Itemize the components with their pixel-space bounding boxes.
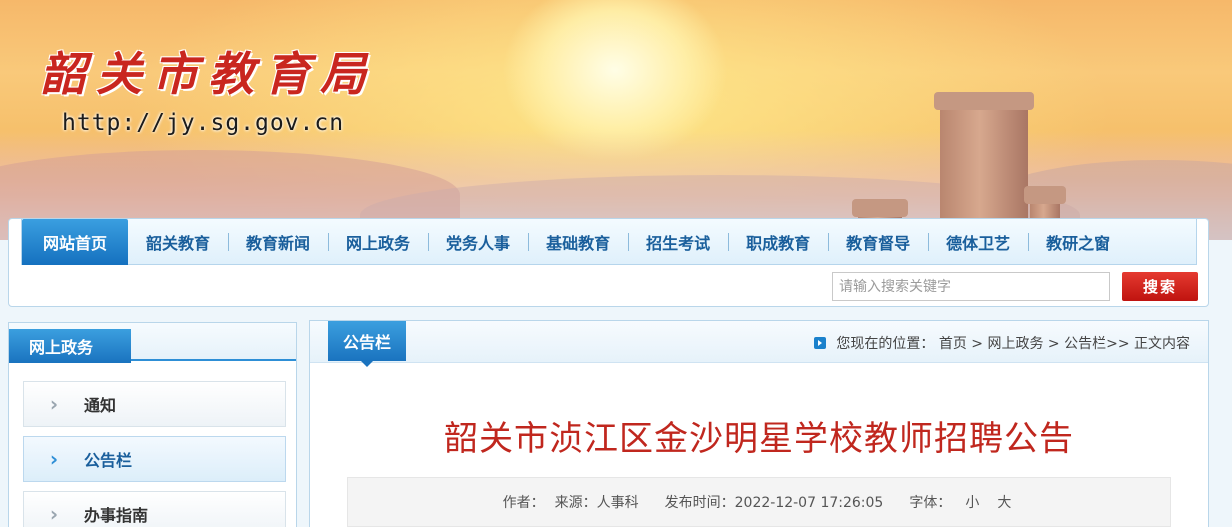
nav-item-basic-education[interactable]: 基础教育 bbox=[528, 219, 628, 265]
header-banner: 韶关市教育局 http://jy.sg.gov.cn bbox=[0, 0, 1232, 240]
nav-item-admission-exams[interactable]: 招生考试 bbox=[628, 219, 728, 265]
nav-item-teaching-research[interactable]: 教研之窗 bbox=[1028, 219, 1128, 265]
nav-item-online-affairs[interactable]: 网上政务 bbox=[328, 219, 428, 265]
sidebar: 网上政务 › 通知 › 公告栏 › 办事指南 bbox=[8, 322, 297, 527]
nav-panel: 网站首页 韶关教育 教育新闻 网上政务 党务人事 基础教育 招生考试 职成教育 … bbox=[8, 218, 1209, 307]
main-content: 公告栏 您现在的位置： 首页 > 网上政务 > 公告栏>> 正文内容 韶关市浈江… bbox=[309, 320, 1209, 527]
chevron-right-icon: › bbox=[49, 502, 59, 526]
article-meta: 作者： 来源：人事科 发布时间：2022-12-07 17:26:05 字体： … bbox=[347, 477, 1171, 527]
font-small-button[interactable]: 小 bbox=[961, 492, 983, 512]
site-url: http://jy.sg.gov.cn bbox=[62, 110, 345, 136]
main-nav: 网站首页 韶关教育 教育新闻 网上政务 党务人事 基础教育 招生考试 职成教育 … bbox=[21, 218, 1197, 265]
sidebar-item-label: 公告栏 bbox=[84, 451, 133, 470]
meta-author: 作者： bbox=[502, 495, 545, 511]
content-header: 公告栏 您现在的位置： 首页 > 网上政务 > 公告栏>> 正文内容 bbox=[310, 321, 1208, 367]
nav-item-education-supervision[interactable]: 教育督导 bbox=[828, 219, 928, 265]
sidebar-item-label: 办事指南 bbox=[84, 506, 149, 525]
sidebar-item-bulletin[interactable]: › 公告栏 bbox=[23, 436, 286, 482]
nav-item-party-personnel[interactable]: 党务人事 bbox=[428, 219, 528, 265]
chevron-right-icon: › bbox=[49, 447, 59, 471]
search-button[interactable]: 搜索 bbox=[1122, 272, 1198, 301]
sidebar-header: 网上政务 bbox=[9, 323, 296, 363]
article-title: 韶关市浈江区金沙明星学校教师招聘公告 bbox=[444, 419, 1074, 459]
nav-item-education-news[interactable]: 教育新闻 bbox=[228, 219, 328, 265]
breadcrumb: 您现在的位置： 首页 > 网上政务 > 公告栏>> 正文内容 bbox=[814, 333, 1190, 353]
meta-font-label: 字体： bbox=[909, 495, 952, 511]
nav-item-moral-pe-health-arts[interactable]: 德体卫艺 bbox=[928, 219, 1028, 265]
sidebar-item-guide[interactable]: › 办事指南 bbox=[23, 491, 286, 527]
sidebar-item-label: 通知 bbox=[84, 396, 117, 415]
site-title: 韶关市教育局 bbox=[40, 47, 376, 101]
nav-item-shaoguan-education[interactable]: 韶关教育 bbox=[128, 219, 228, 265]
font-large-button[interactable]: 大 bbox=[993, 492, 1015, 512]
meta-published: 发布时间：2022-12-07 17:26:05 bbox=[664, 495, 884, 511]
chevron-right-icon: › bbox=[49, 392, 59, 416]
meta-source: 来源：人事科 bbox=[554, 495, 639, 511]
breadcrumb-text: 您现在的位置： 首页 > 网上政务 > 公告栏>> 正文内容 bbox=[836, 336, 1190, 352]
search-input[interactable] bbox=[832, 272, 1110, 301]
location-arrow-icon bbox=[814, 337, 827, 349]
nav-item-vocational-education[interactable]: 职成教育 bbox=[728, 219, 828, 265]
sidebar-item-notice[interactable]: › 通知 bbox=[23, 381, 286, 427]
sidebar-title: 网上政务 bbox=[9, 329, 131, 363]
content-tab: 公告栏 bbox=[328, 321, 406, 367]
nav-item-home[interactable]: 网站首页 bbox=[22, 218, 128, 265]
